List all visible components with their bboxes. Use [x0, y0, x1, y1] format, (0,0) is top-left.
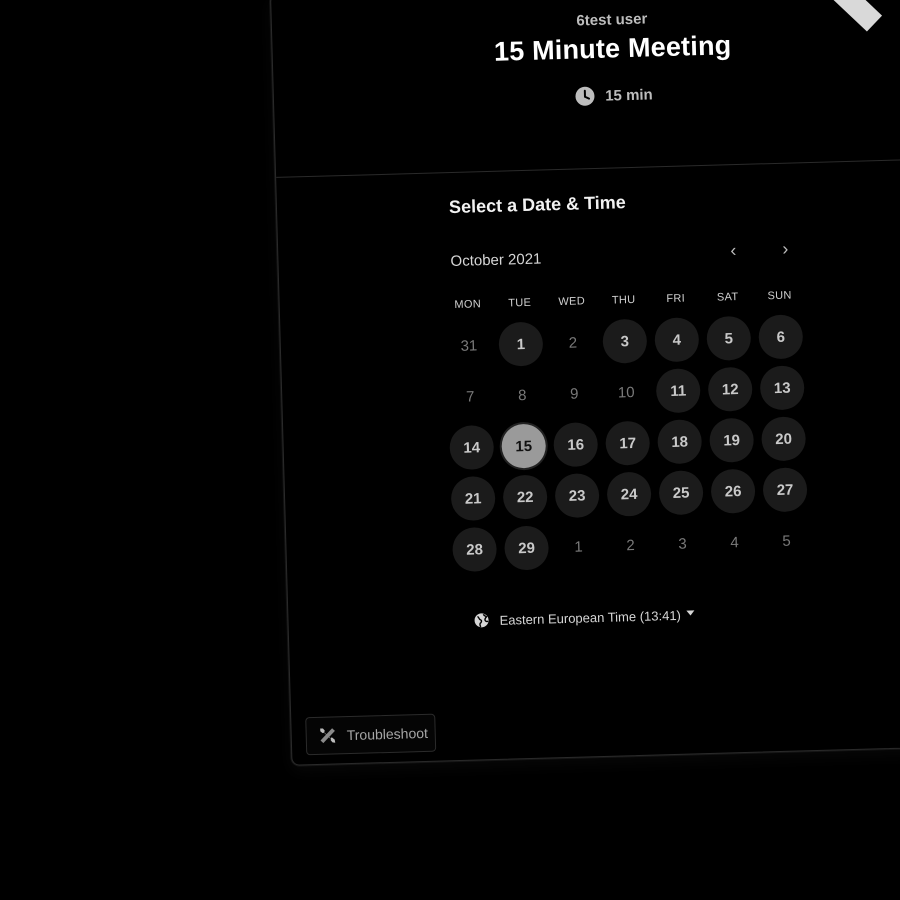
calendar-day[interactable]: 5 — [706, 315, 752, 361]
calendar-day[interactable]: 1 — [498, 321, 544, 367]
calendar-day[interactable]: 3 — [602, 318, 648, 364]
calendar-day: 9 — [569, 385, 579, 403]
calendar-day[interactable]: 25 — [658, 470, 704, 516]
chevron-right-icon: › — [782, 238, 789, 259]
calendar-day[interactable]: 18 — [657, 419, 703, 465]
calendar-day: 7 — [465, 387, 475, 406]
calendar-day-selected[interactable]: 15 — [501, 423, 547, 469]
weekday-header: MON TUE WED THU FRI SAT SUN — [442, 289, 814, 311]
wrench-icon — [320, 728, 336, 744]
weekday-label: THU — [611, 293, 636, 307]
weekday-label: WED — [558, 295, 586, 309]
calendar-day[interactable]: 12 — [707, 366, 753, 412]
calendar-day: 8 — [517, 386, 527, 404]
calendar-day[interactable]: 23 — [554, 473, 600, 519]
globe-icon — [474, 613, 489, 628]
calendar-day[interactable]: 14 — [449, 424, 495, 471]
calendar-day[interactable]: 13 — [759, 365, 805, 411]
calendar-day[interactable]: 19 — [709, 417, 755, 463]
timezone-selector[interactable]: Eastern European Time (13:41) — [473, 606, 695, 628]
calendar-day[interactable]: 29 — [503, 525, 550, 571]
weekday-label: FRI — [666, 292, 686, 306]
calendar-day: 5 — [782, 532, 791, 550]
calendar-day: 1 — [574, 537, 583, 556]
calendar-grid: 31 1 2 3 4 5 6 7 8 9 10 11 12 13 14 15 16 17 18 19 20 21 22 23 2… — [442, 311, 821, 576]
calendar-day[interactable]: 21 — [450, 475, 496, 522]
calendar-day: 2 — [626, 536, 635, 554]
calendar-day[interactable]: 27 — [762, 467, 808, 513]
section-title: Select a Date & Time — [448, 192, 626, 218]
next-month-button[interactable]: › — [770, 233, 801, 264]
viewport: Ca 6test user 15 Minute Meeting 15 min S… — [0, 0, 900, 900]
timezone-label: Eastern European Time (13:41) — [499, 607, 682, 628]
troubleshoot-label: Troubleshoot — [346, 724, 429, 744]
scheduler-panel: Select a Date & Time October 2021 ‹ › MO… — [276, 158, 900, 764]
calendar-day: 10 — [617, 383, 635, 401]
clock-icon — [575, 86, 595, 106]
calendar-day[interactable]: 6 — [758, 314, 804, 360]
calendar-day[interactable]: 17 — [605, 420, 651, 466]
calendar-day: 31 — [460, 336, 478, 355]
calendar-day[interactable]: 11 — [655, 368, 701, 414]
month-label: October 2021 — [450, 250, 542, 271]
calendar-day[interactable]: 20 — [761, 416, 807, 462]
caret-down-icon — [686, 609, 695, 616]
calendar-day[interactable]: 16 — [553, 422, 599, 468]
calendar-day[interactable]: 28 — [451, 526, 498, 573]
calendar-day[interactable]: 22 — [502, 474, 548, 520]
weekday-label: MON — [454, 298, 482, 311]
calendar-day[interactable]: 26 — [710, 468, 756, 514]
weekday-label: SUN — [767, 289, 792, 303]
duration-label: 15 min — [604, 85, 653, 105]
event-duration: 15 min — [274, 76, 900, 115]
chevron-left-icon: ‹ — [730, 239, 737, 260]
event-header: 6test user 15 Minute Meeting 15 min — [271, 0, 900, 178]
calendar-day: 3 — [678, 535, 687, 553]
calendar-day[interactable]: 4 — [654, 317, 700, 363]
prev-month-button[interactable]: ‹ — [718, 235, 749, 266]
weekday-label: TUE — [508, 296, 532, 310]
booking-card: Ca 6test user 15 Minute Meeting 15 min S… — [270, 0, 900, 766]
calendar-day: 4 — [730, 533, 739, 551]
weekday-label: SAT — [716, 291, 739, 304]
calendar-day[interactable]: 24 — [606, 471, 652, 517]
calendar-day: 2 — [568, 334, 578, 352]
troubleshoot-button[interactable]: Troubleshoot — [305, 713, 437, 756]
